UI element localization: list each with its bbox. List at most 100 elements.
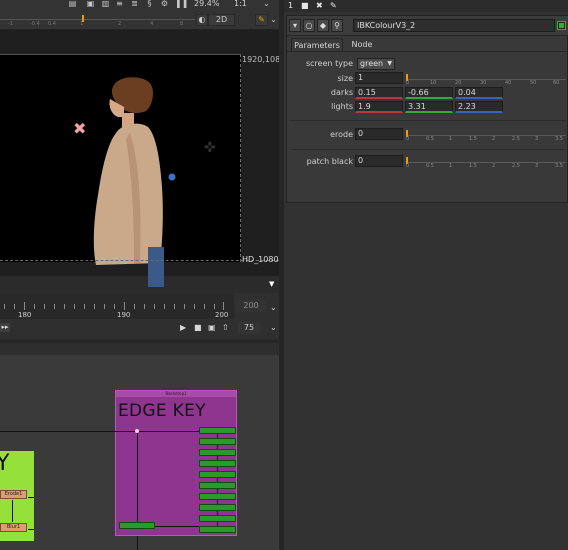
slider-tick-label: 50 [530,80,537,86]
green-node[interactable] [119,522,155,529]
node-color-button[interactable] [557,21,566,30]
properties-toolbar: 1 ■ ✖ ✎ [284,0,568,12]
node-graph[interactable]: Y Erode1 Blur1 Backdrop1 EDGE KEY [0,340,279,550]
chevron-down-icon[interactable]: ⌄ [270,323,277,333]
fps-field[interactable]: 75 [238,322,260,334]
erode-field[interactable]: 0 [355,128,403,140]
screen-type-value: green [360,59,384,68]
darks-label: darks [330,88,353,97]
node-name-field[interactable]: IBKColourV3_2 [353,19,555,32]
center-icon[interactable]: ○ [303,19,315,32]
channels-icon[interactable]: ▤ [68,0,77,8]
node-dot[interactable] [135,429,139,433]
lines-icon[interactable]: ≡ [115,0,124,8]
timeline: 180 190 200 200 ⌄ ▸▸ ▶ ■ ▣ ⇧ 75 ⌄ [0,293,279,339]
tab-divider [287,51,568,52]
lights-label: lights [331,102,353,111]
format-guide [0,260,279,261]
viewer-toolbar-row-bottom: -1 -0.4 0.4 1 2 4 8 ◐ 2D ✎ ⌄ [0,13,279,29]
tab-parameters[interactable]: Parameters [291,38,343,51]
timeline-ruler[interactable]: 180 190 200 [0,293,234,319]
green-node[interactable] [199,427,236,434]
slider-tick-label: 1 [449,163,453,169]
chevron-down-icon[interactable]: ⌄ [270,303,277,313]
float-icon[interactable]: ◆ [317,19,329,32]
backdrop-title: EDGE KEY [118,401,206,421]
play-icon[interactable]: ▶ [180,323,186,333]
patch-black-label: patch black [306,157,353,166]
gain-slider[interactable] [0,19,195,20]
green-node[interactable] [199,449,236,456]
lock-icon[interactable]: ■ [301,1,309,10]
size-field[interactable]: 1 [355,72,403,84]
lights-g-field[interactable]: 3.31 [405,101,453,113]
gear-icon[interactable]: ⚙ [160,0,169,8]
green-node[interactable] [199,493,236,500]
node-wire [155,526,199,527]
node-wire [137,536,138,550]
crosshair-icon: ✜ [204,140,216,156]
darks-g-field[interactable]: -0.66 [405,87,453,99]
sync-icon[interactable]: § [145,0,154,8]
patch-black-field[interactable]: 0 [355,155,403,167]
skip-forward-icon[interactable]: ▸▸ [0,323,10,332]
upload-icon[interactable]: ⇧ [222,323,229,333]
panel-count[interactable]: 1 [288,1,293,10]
timeline-label: 200 [215,311,229,319]
erode-node[interactable]: Erode1 [0,490,27,499]
green-node[interactable] [199,438,236,445]
node-wire [12,500,13,522]
collapse-icon[interactable]: ▾ [289,19,301,32]
gain-tick-label: 0.4 [48,21,56,27]
screen-type-select[interactable]: green ▼ [357,58,395,70]
green-node[interactable] [199,504,236,511]
tab-node[interactable]: Node [347,38,377,51]
backdrop-header: Backdrop1 [116,391,236,397]
panel-header: ▾ ○ ◆ ⚲ IBKColourV3_2 [287,16,568,36]
green-node[interactable] [199,460,236,467]
settings-icon[interactable]: ⚲ [331,19,343,32]
node-wire [0,431,200,432]
proxy-icon[interactable]: ▥ [101,0,110,8]
slider-tick-label: 2 [492,163,496,169]
image-frame: ✖ ✜ [0,54,241,287]
gain-tick-label: 1 [80,21,84,27]
triangle-down-icon[interactable]: ▼ [269,280,274,288]
green-node[interactable] [199,515,236,522]
timeline-label: 190 [117,311,131,319]
darks-b-field[interactable]: 0.04 [455,87,503,99]
stop-icon[interactable]: ■ [194,323,202,333]
viewer-canvas[interactable]: ✖ ✜ 1920,1080 HD_1080 ▼ [0,30,285,288]
lights-r-field[interactable]: 1.9 [355,101,403,113]
close-all-icon[interactable]: ✖ [316,1,323,10]
slider-tick-label: 1.5 [469,136,477,142]
darks-r-field[interactable]: 0.15 [355,87,403,99]
ratio-select[interactable]: 1:1 [234,0,247,8]
left-backdrop-title: Y [0,451,10,476]
pause-icon[interactable]: ❚❚ [175,0,188,8]
zoom-level[interactable]: 29.4% [194,0,219,8]
loop-icon[interactable]: ▣ [208,323,216,333]
slider-tick-label: 1 [449,136,453,142]
lut-icon[interactable]: ≣ [130,0,139,8]
slider-tick-label: 3.5 [555,136,563,142]
lights-b-field[interactable]: 2.23 [455,101,503,113]
slider-tick-label: 10 [430,80,437,86]
gain-tick-label: -0.4 [30,21,40,27]
green-node[interactable] [199,482,236,489]
edit-icon[interactable]: ✎ [330,1,337,10]
node-wire [28,529,34,530]
view-mode-select[interactable]: 2D [208,14,235,26]
end-frame-field[interactable]: 200 [236,300,266,312]
green-node[interactable] [199,471,236,478]
slider-tick-label: 0 [406,163,410,169]
slider-tick-label: 3 [535,163,539,169]
roi-button[interactable]: ◐ [196,14,208,26]
chevron-down-icon[interactable]: ⌄ [269,16,278,24]
chevron-down-icon[interactable]: ⌄ [262,0,271,8]
green-node[interactable] [199,526,236,533]
blur-node[interactable]: Blur1 [0,523,27,532]
slider-tick-label: 0 [406,80,410,86]
paint-icon[interactable]: ✎ [255,14,268,26]
fit-icon[interactable]: ▣ [86,0,95,8]
